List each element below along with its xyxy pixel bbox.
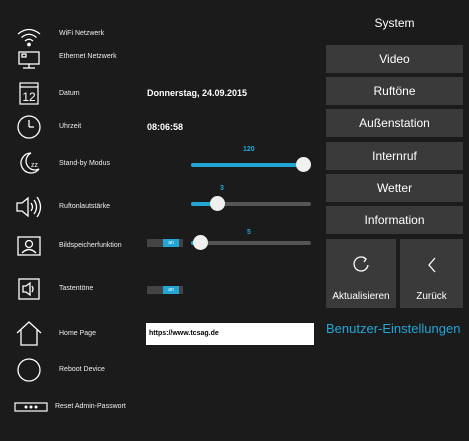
refresh-button[interactable]: Aktualisieren bbox=[326, 239, 396, 308]
home-page-label: Home Page bbox=[59, 330, 96, 337]
ringtone-volume-value: 3 bbox=[220, 185, 224, 192]
menu-item-wetter[interactable]: Wetter bbox=[326, 174, 463, 202]
key-tones-toggle-on: an bbox=[163, 286, 179, 294]
moon-icon: zz bbox=[14, 148, 44, 178]
standby-label: Stand-by Modus bbox=[59, 160, 110, 167]
reboot-label: Reboot Device bbox=[59, 366, 105, 373]
menu-item-information[interactable]: Information bbox=[326, 206, 463, 234]
standby-value: 120 bbox=[243, 146, 255, 153]
refresh-icon bbox=[326, 255, 396, 275]
image-memory-toggle-on: an bbox=[163, 239, 179, 247]
standby-slider-fill bbox=[191, 163, 308, 167]
image-memory-toggle[interactable]: an bbox=[147, 239, 183, 247]
menu-item-system[interactable]: System bbox=[326, 9, 463, 37]
password-icon bbox=[13, 392, 49, 422]
speaker-icon bbox=[14, 192, 44, 222]
svg-text:zz: zz bbox=[31, 162, 39, 169]
standby-slider[interactable] bbox=[191, 157, 311, 172]
reset-admin-label: Reset Admin-Passwort bbox=[55, 403, 126, 410]
svg-text:12: 12 bbox=[22, 90, 36, 104]
refresh-button-label: Aktualisieren bbox=[332, 291, 390, 302]
back-button-label: Zurück bbox=[416, 291, 447, 302]
time-row[interactable]: Uhrzeit 08:06:58 bbox=[0, 112, 322, 144]
ringtone-volume-slider-knob[interactable] bbox=[209, 196, 225, 211]
reset-admin-row[interactable]: Reset Admin-Passwort bbox=[0, 392, 322, 424]
circle-icon bbox=[14, 355, 44, 385]
date-label: Datum bbox=[59, 90, 80, 97]
reboot-row[interactable]: Reboot Device bbox=[0, 355, 322, 387]
image-memory-slider-knob[interactable] bbox=[193, 235, 209, 250]
key-tones-label: Tastentöne bbox=[59, 285, 94, 292]
standby-slider-knob[interactable] bbox=[296, 157, 311, 172]
speaker-box-icon bbox=[14, 274, 44, 304]
house-icon bbox=[14, 318, 44, 348]
key-tones-toggle[interactable]: an bbox=[147, 286, 183, 294]
ringtone-volume-row[interactable]: Ruftonlautstärke bbox=[0, 192, 322, 224]
time-value: 08:06:58 bbox=[147, 122, 184, 132]
menu-item-video[interactable]: Video bbox=[326, 45, 463, 73]
wifi-label: WiFi Netzwerk bbox=[59, 30, 105, 37]
ringtone-volume-label: Ruftonlautstärke bbox=[59, 203, 110, 210]
time-label: Uhrzeit bbox=[59, 123, 82, 130]
ethernet-row[interactable]: Ethernet Netzwerk bbox=[0, 43, 322, 75]
portrait-icon bbox=[14, 231, 44, 261]
date-value: Donnerstag, 24.09.2015 bbox=[147, 88, 248, 98]
user-settings-link[interactable]: Benutzer-Einstellungen bbox=[326, 321, 460, 336]
image-memory-label: Bildspeicherfunktion bbox=[59, 242, 122, 249]
image-memory-value: 5 bbox=[247, 229, 251, 236]
home-page-url-field[interactable]: https://www.tcsag.de bbox=[146, 323, 314, 345]
ethernet-label: Ethernet Netzwerk bbox=[59, 53, 117, 60]
image-memory-row[interactable]: Bildspeicherfunktion bbox=[0, 231, 322, 263]
menu-item-ruftoene[interactable]: Ruftöne bbox=[326, 77, 463, 105]
chevron-left-icon bbox=[400, 255, 463, 275]
menu-item-internruf[interactable]: Internruf bbox=[326, 142, 463, 170]
image-memory-slider[interactable] bbox=[191, 235, 311, 250]
ringtone-volume-slider[interactable] bbox=[191, 196, 311, 211]
monitor-icon bbox=[14, 45, 44, 75]
calendar-icon: 12 bbox=[14, 78, 44, 108]
clock-icon bbox=[14, 112, 44, 142]
back-button[interactable]: Zurück bbox=[400, 239, 463, 308]
menu-item-aussenstation[interactable]: Außenstation bbox=[326, 109, 463, 137]
date-row[interactable]: 12 Datum Donnerstag, 24.09.2015 bbox=[0, 78, 322, 110]
